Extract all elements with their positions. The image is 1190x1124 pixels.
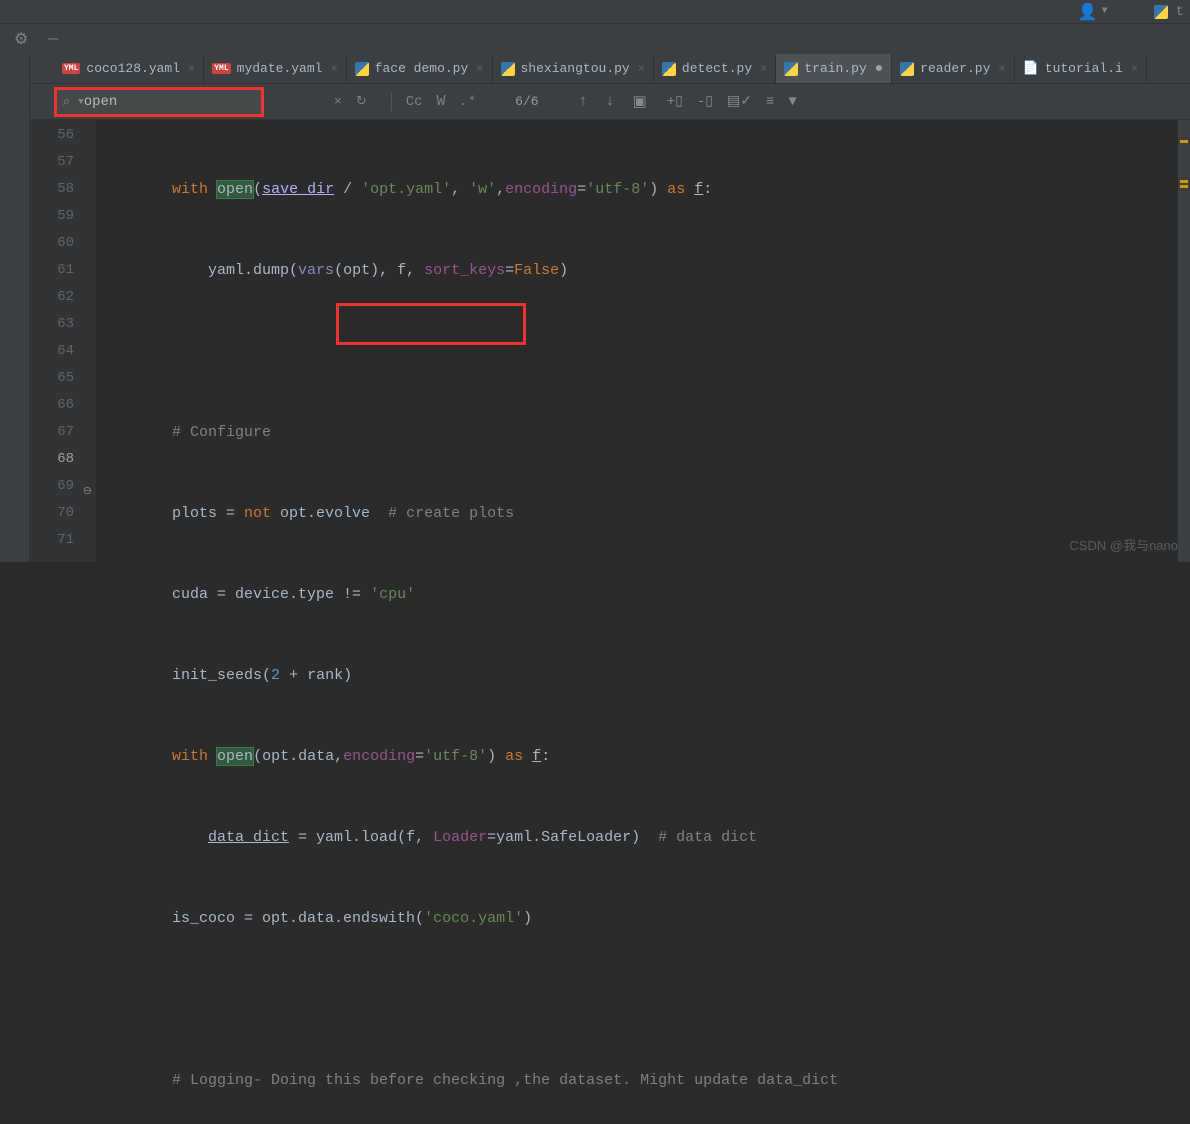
line-number[interactable]: 64	[0, 338, 74, 365]
close-tab-icon[interactable]: ×	[188, 62, 195, 76]
line-number[interactable]: 63	[0, 311, 74, 338]
close-tab-icon[interactable]: ×	[998, 62, 1005, 76]
tab-label: train.py	[804, 61, 866, 76]
tab-shexiangtou-py[interactable]: shexiangtou.py ×	[493, 54, 654, 83]
watermark: CSDN @我与nano	[1069, 535, 1178, 554]
python-icon	[355, 62, 369, 76]
tab-label: reader.py	[920, 61, 990, 76]
branch-label[interactable]: t	[1176, 4, 1184, 20]
editor-tabs: YMLcoco128.yaml×YMLmydate.yaml×face demo…	[0, 54, 1190, 84]
code-line: is_coco = opt.data.endswith('coco.yaml')	[100, 905, 1190, 932]
code-line: with open(save_dir / 'opt.yaml', 'w',enc…	[100, 176, 1190, 203]
find-extra: +▯ -▯ ▤✓ ≡ ▼	[667, 93, 797, 110]
presence-indicator[interactable]: 👤 ▼	[1078, 2, 1108, 22]
line-number[interactable]: 65	[0, 365, 74, 392]
toolbar: ⚙ —	[0, 24, 1190, 54]
line-number[interactable]: 60	[0, 230, 74, 257]
tab-tutorial-i[interactable]: 📄 tutorial.i ×	[1015, 54, 1147, 83]
file-icon: 📄	[1023, 61, 1039, 76]
find-options: × ↻ Cc W .*	[334, 93, 475, 111]
code-line	[100, 338, 1190, 365]
line-number[interactable]: 62	[0, 284, 74, 311]
python-icon	[900, 62, 914, 76]
line-number[interactable]: 68	[0, 446, 74, 473]
tab-coco128-yaml[interactable]: YML coco128.yaml ×	[54, 54, 204, 83]
add-selection-button[interactable]: +▯	[667, 93, 683, 110]
select-occurrences-button[interactable]: ▤✓	[727, 93, 752, 110]
code-line: # Configure	[100, 419, 1190, 446]
tab-mydate-yaml[interactable]: YML mydate.yaml ×	[204, 54, 346, 83]
line-number[interactable]: 70	[0, 500, 74, 527]
close-tab-icon[interactable]: ×	[1131, 62, 1138, 76]
find-close-button[interactable]: ×	[334, 94, 342, 109]
code-line: init_seeds(2 + rank)	[100, 662, 1190, 689]
tab-label: shexiangtou.py	[521, 61, 630, 76]
tab-reader-py[interactable]: reader.py ×	[892, 54, 1014, 83]
code-area[interactable]: with open(save_dir / 'opt.yaml', 'w',enc…	[96, 120, 1190, 562]
code-line: data_dict = yaml.load(f, Loader=yaml.Saf…	[100, 824, 1190, 851]
code-line: with open(opt.data,encoding='utf-8') as …	[100, 743, 1190, 770]
find-input[interactable]	[84, 94, 261, 110]
match-case-toggle[interactable]: Cc	[406, 94, 423, 110]
remove-selection-button[interactable]: -▯	[697, 93, 713, 110]
error-stripe[interactable]	[1178, 120, 1190, 562]
code-line: # Logging- Doing this before checking ,t…	[100, 1067, 1190, 1094]
line-number[interactable]: 57	[0, 149, 74, 176]
find-match-count: 6/6	[515, 94, 538, 109]
code-line: cuda = device.type != 'cpu'	[100, 581, 1190, 608]
find-input-container: ⌕ ▼	[54, 87, 264, 117]
yaml-icon: YML	[62, 63, 80, 74]
tab-label: face demo.py	[375, 61, 469, 76]
person-icon: 👤	[1078, 2, 1098, 22]
code-line: yaml.dump(vars(opt), f, sort_keys=False)	[100, 257, 1190, 284]
python-icon	[1154, 5, 1168, 19]
close-tab-icon[interactable]: ×	[330, 62, 337, 76]
close-tab-icon[interactable]: ×	[638, 62, 645, 76]
python-icon	[501, 62, 515, 76]
line-number[interactable]: 58	[0, 176, 74, 203]
code-line: plots = not opt.evolve # create plots	[100, 500, 1190, 527]
title-bar: 👤 ▼ t	[0, 0, 1190, 24]
close-tab-icon[interactable]: ×	[760, 62, 767, 76]
line-number[interactable]: 66	[0, 392, 74, 419]
find-nav: ↑ ↓ ▣	[579, 92, 647, 111]
tab-label: detect.py	[682, 61, 752, 76]
close-tab-icon[interactable]: ×	[476, 62, 483, 76]
gutter: 5657585960616263646566676869⊖7071	[0, 120, 96, 562]
dirty-indicator: ●	[875, 61, 883, 77]
search-icon: ⌕	[63, 94, 70, 109]
find-prev-button[interactable]: ↑	[579, 93, 588, 110]
line-number[interactable]: 56	[0, 122, 74, 149]
select-all-button[interactable]: ▣	[633, 92, 647, 111]
editor-area: 5657585960616263646566676869⊖7071 with o…	[0, 120, 1190, 562]
line-number[interactable]: 67	[0, 419, 74, 446]
fold-icon[interactable]: ⊖	[83, 479, 92, 506]
find-bar: ⌕ ▼ × ↻ Cc W .* 6/6 ↑ ↓ ▣ +▯ -▯ ▤✓ ≡ ▼	[0, 84, 1190, 120]
line-number[interactable]: 59	[0, 203, 74, 230]
tab-detect-py[interactable]: detect.py ×	[654, 54, 776, 83]
tab-train-py[interactable]: train.py ●	[776, 54, 892, 83]
find-next-button[interactable]: ↓	[606, 93, 615, 110]
minimize-icon[interactable]: —	[48, 30, 58, 48]
yaml-icon: YML	[212, 63, 230, 74]
tab-label: tutorial.i	[1045, 61, 1123, 76]
tab-label: coco128.yaml	[86, 61, 180, 76]
tab-face-demo-py[interactable]: face demo.py ×	[347, 54, 493, 83]
line-number[interactable]: 69⊖	[0, 473, 74, 500]
find-history-button[interactable]: ↻	[356, 94, 367, 109]
whole-words-toggle[interactable]: W	[437, 93, 446, 110]
more-options-button[interactable]: ≡	[766, 94, 774, 110]
filter-button[interactable]: ▼	[788, 94, 796, 110]
python-icon	[784, 62, 798, 76]
tab-label: mydate.yaml	[237, 61, 323, 76]
line-number[interactable]: 71	[0, 527, 74, 554]
regex-toggle[interactable]: .*	[460, 94, 476, 109]
python-icon	[662, 62, 676, 76]
code-line	[100, 986, 1190, 1013]
settings-icon[interactable]: ⚙	[14, 29, 28, 49]
line-number[interactable]: 61	[0, 257, 74, 284]
